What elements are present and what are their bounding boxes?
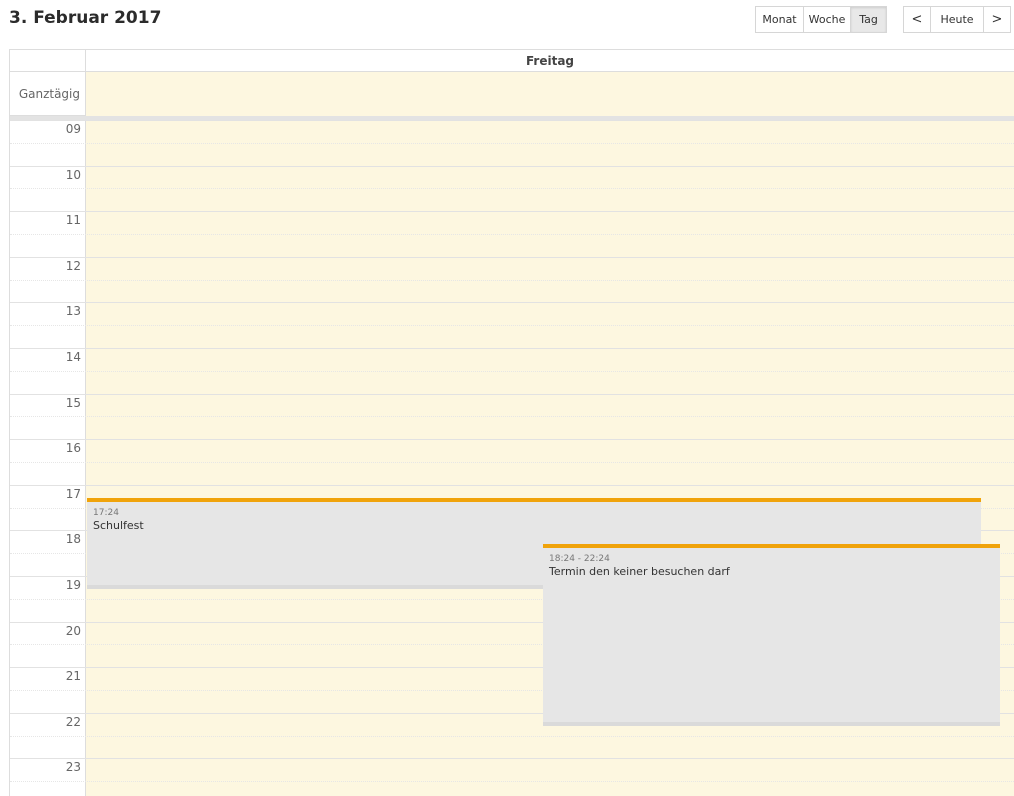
hour-label: 21 — [65, 669, 81, 684]
hour-line — [10, 393, 1014, 395]
hour-line — [10, 348, 1014, 349]
half-hour-line — [10, 234, 1014, 235]
day-header: Freitag — [10, 50, 1014, 72]
hour-line — [10, 211, 1014, 213]
chevron-right-icon: > — [991, 12, 1003, 27]
view-switcher: Monat Woche Tag — [755, 6, 887, 33]
hour-label: 10 — [65, 167, 81, 182]
hour-line — [10, 758, 1014, 760]
hour-line — [10, 302, 1014, 304]
all-day-row: Ganztägig — [10, 72, 1014, 116]
hour-label: 09 — [65, 122, 81, 136]
previous-button[interactable]: < — [903, 6, 931, 33]
event-termin[interactable]: 18:24 - 22:24 Termin den keiner besuchen… — [543, 544, 1000, 726]
hour-line — [10, 484, 1014, 486]
event-time: 18:24 - 22:24 — [549, 554, 610, 564]
half-hour-line — [10, 142, 1014, 144]
hour-label: 13 — [65, 304, 81, 319]
all-day-slot[interactable] — [86, 72, 1014, 116]
event-time: 17:24 — [93, 508, 119, 518]
hour-line — [10, 439, 1014, 441]
today-button[interactable]: Heute — [930, 6, 984, 33]
next-button[interactable]: > — [983, 6, 1011, 33]
hour-label: 22 — [65, 714, 81, 729]
hour-label: 16 — [65, 441, 81, 456]
day-column-header: Freitag — [525, 54, 575, 68]
hour-line — [10, 256, 1014, 258]
week-view-button[interactable]: Woche — [803, 6, 851, 33]
chevron-left-icon: < — [911, 12, 923, 27]
hour-line — [10, 120, 1014, 121]
half-hour-line — [10, 325, 1014, 327]
half-hour-line — [10, 416, 1014, 418]
hour-label: 17 — [65, 486, 81, 501]
hour-label: 14 — [65, 350, 81, 364]
half-hour-line — [10, 188, 1014, 190]
hour-label: 11 — [65, 213, 81, 228]
axis-header-cell — [10, 50, 86, 72]
hour-label: 20 — [65, 623, 81, 638]
event-title: Termin den keiner besuchen darf — [549, 565, 730, 578]
hour-label: 19 — [65, 578, 81, 592]
date-navigation: < Heute > — [903, 6, 1011, 33]
hour-label: 18 — [65, 532, 81, 547]
hour-label: 15 — [65, 395, 81, 410]
day-view-button[interactable]: Tag — [850, 6, 887, 33]
calendar-title: 3. Februar 2017 — [9, 8, 162, 28]
all-day-label: Ganztägig — [10, 72, 86, 116]
hour-line — [10, 165, 1014, 167]
half-hour-line — [10, 370, 1014, 372]
half-hour-line — [10, 781, 1014, 783]
hour-label: 12 — [65, 258, 81, 273]
month-view-button[interactable]: Monat — [755, 6, 804, 33]
half-hour-line — [10, 735, 1014, 737]
hour-label: 23 — [65, 760, 81, 775]
half-hour-line — [10, 279, 1014, 281]
half-hour-line — [10, 462, 1014, 463]
event-title: Schulfest — [93, 519, 144, 532]
